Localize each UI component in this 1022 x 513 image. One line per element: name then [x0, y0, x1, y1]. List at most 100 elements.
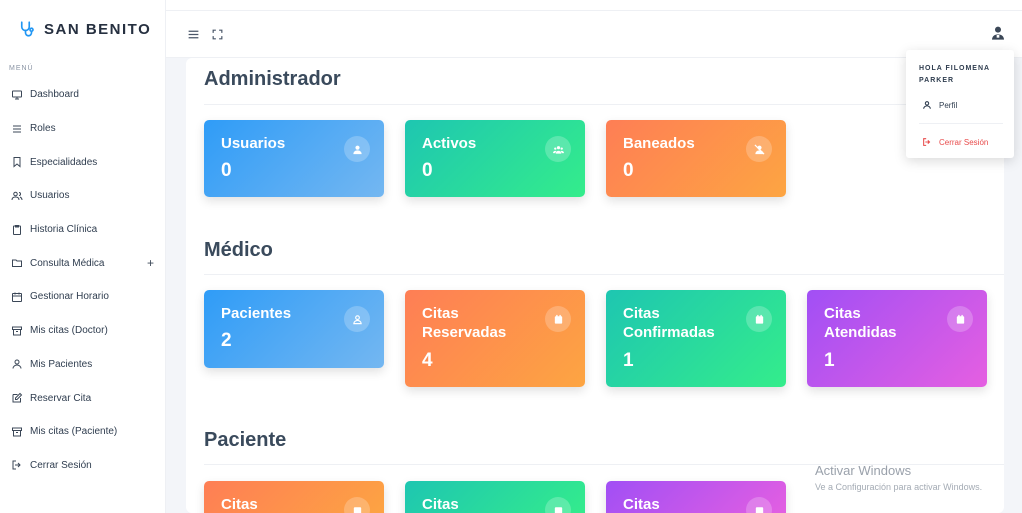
card-citas-reservadas[interactable]: Citas Reservadas 4 — [405, 290, 585, 387]
card-value: 1 — [623, 350, 634, 371]
windows-activation-subtitle: Ve a Configuración para activar Windows. — [815, 482, 983, 492]
sidebar-item-cerrar-sesion[interactable]: Cerrar Sesión — [0, 449, 165, 483]
sidebar: SAN BENITO MENÚ Dashboard Roles Especial… — [0, 0, 166, 513]
card-value: 0 — [221, 160, 232, 181]
sidebar-item-gestionar-horario[interactable]: Gestionar Horario — [0, 280, 165, 314]
sidebar-item-label: Usuarios — [30, 190, 70, 202]
logout-menu-item[interactable]: Cerrar Sesión — [922, 137, 988, 147]
hamburger-menu-icon[interactable] — [186, 27, 200, 41]
card-value: 0 — [623, 160, 634, 181]
sidebar-item-label: Mis Pacientes — [30, 358, 93, 370]
sidebar-item-reservar-cita[interactable]: Reservar Cita — [0, 381, 165, 415]
list-icon — [11, 123, 23, 135]
folder-icon — [11, 257, 23, 269]
sidebar-item-label: Gestionar Horario — [30, 291, 109, 303]
card-title: Pacientes — [221, 305, 292, 322]
sidebar-item-historia-clinica[interactable]: Historia Clínica — [0, 213, 165, 247]
brand-name: SAN BENITO — [44, 20, 152, 38]
fullscreen-icon[interactable] — [210, 27, 224, 41]
card-title: Activos — [422, 135, 477, 152]
divider — [204, 274, 1004, 275]
main-area: Administrador Usuarios 0 Activos 0 Banea… — [166, 58, 1022, 513]
card-pacientes[interactable]: Pacientes 2 — [204, 290, 384, 368]
profile-menu-item[interactable]: Perfil — [922, 100, 957, 110]
logout-icon — [922, 137, 932, 147]
archive-icon — [11, 426, 23, 438]
user-icon — [344, 306, 370, 332]
card-citas-atendidas[interactable]: Citas Atendidas 1 — [807, 290, 987, 387]
card-paciente-citas-2[interactable]: Citas — [405, 481, 585, 513]
card-citas-confirmadas[interactable]: Citas Confirmadas 1 — [606, 290, 786, 387]
sidebar-item-label: Cerrar Sesión — [30, 459, 92, 471]
archive-icon — [11, 325, 23, 337]
sidebar-item-label: Mis citas (Paciente) — [30, 426, 118, 438]
sidebar-item-mis-citas-doctor[interactable]: Mis citas (Doctor) — [0, 314, 165, 348]
calendar-check-icon — [545, 497, 571, 513]
divider — [204, 104, 1004, 105]
sidebar-item-consulta-medica[interactable]: Consulta Médica + — [0, 246, 165, 280]
section-title-medico: Médico — [204, 239, 273, 261]
card-value: 4 — [422, 350, 433, 371]
calendar-check-icon — [746, 306, 772, 332]
sidebar-item-especialidades[interactable]: Especialidades — [0, 145, 165, 179]
card-title: Citas — [221, 496, 258, 513]
card-paciente-citas-3[interactable]: Citas — [606, 481, 786, 513]
user-slash-icon — [746, 136, 772, 162]
sidebar-item-label: Especialidades — [30, 156, 98, 168]
calendar-plus-icon — [746, 497, 772, 513]
card-title: Baneados — [623, 135, 695, 152]
sidebar-item-label: Consulta Médica — [30, 257, 105, 269]
sidebar-item-roles[interactable]: Roles — [0, 112, 165, 146]
card-baneados[interactable]: Baneados 0 — [606, 120, 786, 197]
sidebar-item-mis-citas-paciente[interactable]: Mis citas (Paciente) — [0, 415, 165, 449]
brand[interactable]: SAN BENITO — [0, 0, 165, 58]
sidebar-item-mis-pacientes[interactable]: Mis Pacientes — [0, 348, 165, 382]
users-icon — [11, 190, 23, 202]
card-activos[interactable]: Activos 0 — [405, 120, 585, 197]
dashboard-content: Administrador Usuarios 0 Activos 0 Banea… — [186, 58, 1004, 513]
logout-label: Cerrar Sesión — [939, 137, 989, 147]
card-value: 2 — [221, 330, 232, 351]
sidebar-item-label: Reservar Cita — [30, 392, 92, 404]
user-icon — [922, 100, 932, 110]
card-title: Citas — [623, 496, 660, 513]
calendar-icon — [11, 291, 23, 303]
windows-activation-title: Activar Windows — [815, 463, 912, 478]
card-title: Usuarios — [221, 135, 286, 152]
menu-label: MENÚ — [9, 65, 34, 72]
user-dropdown-menu: HOLA FILOMENA PARKER Perfil Cerrar Sesió… — [906, 50, 1014, 158]
sidebar-item-dashboard[interactable]: Dashboard — [0, 78, 165, 112]
card-value: 1 — [824, 350, 835, 371]
sidebar-item-label: Roles — [30, 123, 56, 135]
user-greeting: HOLA FILOMENA PARKER — [919, 65, 990, 84]
user-doctor-icon[interactable] — [990, 25, 1006, 41]
monitor-icon — [11, 89, 23, 101]
calendar-icon — [545, 306, 571, 332]
section-title-paciente: Paciente — [204, 429, 287, 451]
clipboard-icon — [11, 224, 23, 236]
user-icon — [11, 358, 23, 370]
sidebar-item-label: Mis citas (Doctor) — [30, 325, 108, 337]
card-title: Citas Atendidas — [824, 305, 897, 341]
card-title: Citas Reservadas — [422, 305, 507, 341]
section-title-administrador: Administrador — [204, 68, 341, 90]
card-paciente-citas-1[interactable]: Citas — [204, 481, 384, 513]
edit-icon — [11, 392, 23, 404]
bookmark-icon — [11, 156, 23, 168]
calendar-icon — [344, 497, 370, 513]
sidebar-item-label: Dashboard — [30, 89, 79, 101]
users-icon — [545, 136, 571, 162]
user-icon — [344, 136, 370, 162]
sidebar-item-usuarios[interactable]: Usuarios — [0, 179, 165, 213]
profile-label: Perfil — [939, 100, 958, 110]
card-title: Citas — [422, 496, 459, 513]
topbar — [166, 10, 1022, 58]
calendar-plus-icon — [947, 306, 973, 332]
sidebar-item-label: Historia Clínica — [30, 224, 98, 236]
card-title: Citas Confirmadas — [623, 305, 715, 341]
stethoscope-icon — [18, 20, 36, 38]
card-usuarios[interactable]: Usuarios 0 — [204, 120, 384, 197]
expand-plus-icon[interactable]: + — [147, 256, 154, 270]
divider — [919, 123, 1003, 124]
card-value: 0 — [422, 160, 433, 181]
